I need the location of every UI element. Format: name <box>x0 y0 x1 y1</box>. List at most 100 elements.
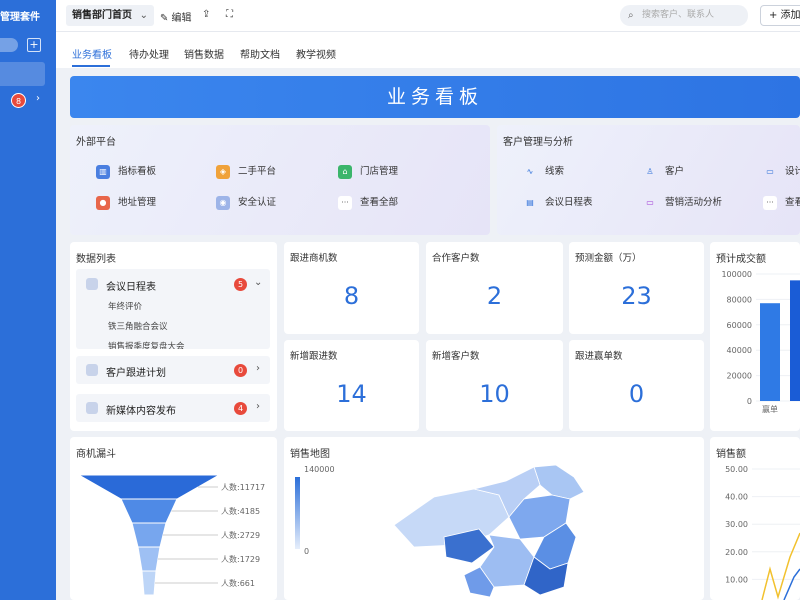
funnel-label: 人数:1729 <box>221 554 260 564</box>
page-banner: 业务看板 <box>70 76 800 118</box>
panel-title: 外部平台 <box>76 137 116 148</box>
quick-link-leads[interactable]: ∿ 线索 <box>523 163 564 181</box>
handshake-icon: ◈ <box>216 165 230 179</box>
analytics-icon: ▭ <box>646 198 654 207</box>
list-group-new-media[interactable]: 新媒体内容发布 4 › <box>76 394 270 422</box>
user-icon: ♙ <box>646 167 654 176</box>
kpi-card: 新增客户数 10 <box>426 340 563 431</box>
calendar-icon <box>86 402 98 414</box>
series-line-yellow[interactable] <box>761 532 800 600</box>
data-list-panel: 数据列表 会议日程表 5 ⌄ 年终评价 铁三角融合会议 销售报季度复盘大会 客户… <box>70 242 277 431</box>
y-tick-label: 100000 <box>721 270 752 279</box>
quick-link-view[interactable]: ··· 查看 <box>763 194 800 212</box>
list-item[interactable]: 年终评价 <box>108 300 142 312</box>
quick-link-marketing-analysis[interactable]: ▭ 营销活动分析 <box>643 194 722 212</box>
quick-link-design[interactable]: ▭ 设计 <box>763 163 800 181</box>
department-select[interactable]: 销售部门首页 ⌄ <box>66 5 154 26</box>
search-input[interactable]: ⌕ 搜索客户、联系人 <box>620 5 748 26</box>
map-legend-min: 0 <box>304 547 309 556</box>
add-button[interactable]: + 添加 <box>760 5 800 26</box>
quick-link-label: 客户 <box>665 166 685 177</box>
tab-bar: 业务看板 待办处理 销售数据 帮助文档 教学视频 <box>56 32 800 68</box>
kpi-value: 14 <box>336 380 367 408</box>
calendar-icon <box>86 364 98 376</box>
kpi-card: 跟进商机数 8 <box>284 242 419 334</box>
kpi-label: 跟进商机数 <box>290 253 338 264</box>
quick-link-label: 查看全部 <box>360 197 399 208</box>
list-group-label: 新媒体内容发布 <box>106 406 176 417</box>
sidebar-brand: 管理套件 <box>0 12 40 23</box>
bar-chart: 100000 80000 60000 40000 20000 0 赢单 <box>721 270 800 414</box>
quick-link-store-management[interactable]: ⌂ 门店管理 <box>338 163 398 181</box>
fullscreen-icon[interactable]: ⛶ <box>226 9 233 20</box>
quick-link-meeting-schedule[interactable]: ▤ 会议日程表 <box>523 194 592 212</box>
x-tick-label: 赢单 <box>762 404 778 414</box>
y-tick-label: 50.00 <box>725 465 748 474</box>
top-bar: 销售部门首页 ⌄ ✎ 编辑 ⇪ ⛶ ⌕ 搜索客户、联系人 + 添加 <box>56 0 800 32</box>
kpi-card: 预测金额（万） 23 <box>569 242 704 334</box>
quick-link-second-hand[interactable]: ◈ 二手平台 <box>216 163 276 181</box>
sales-chart-panel: 销售额 50.00 40.00 30.00 20.00 10.00 <box>710 437 800 600</box>
chart-icon: ▥ <box>96 165 110 179</box>
kpi-value: 0 <box>628 380 645 408</box>
kpi-label: 新增跟进数 <box>290 351 338 362</box>
more-icon: ··· <box>338 196 352 210</box>
count-badge: 0 <box>234 364 247 377</box>
map-region-north[interactable] <box>533 464 585 500</box>
list-group-label: 客户跟进计划 <box>106 368 166 379</box>
funnel-stage[interactable] <box>120 498 178 524</box>
list-item[interactable]: 铁三角融合会议 <box>108 320 168 332</box>
quick-link-customers[interactable]: ♙ 客户 <box>643 163 684 181</box>
funnel-stage[interactable] <box>141 570 157 596</box>
chevron-down-icon[interactable]: ⌄ <box>254 277 262 288</box>
sidebar-item-active[interactable] <box>0 62 45 86</box>
crm-panel: 客户管理与分析 ∿ 线索 ♙ 客户 ▭ 设计 ▤ 会议日程表 ▭ 营销活动分析 ··· 查看 <box>497 125 800 235</box>
edit-button[interactable]: ✎ 编辑 <box>160 9 192 24</box>
share-icon[interactable]: ⇪ <box>202 9 210 20</box>
bar[interactable] <box>760 303 780 401</box>
calendar-icon <box>86 278 98 290</box>
tab-sales-data[interactable]: 销售数据 <box>184 46 224 61</box>
tab-tutorial-videos[interactable]: 教学视频 <box>296 46 336 61</box>
y-tick-label: 40000 <box>727 346 752 355</box>
quick-link-label: 线索 <box>545 166 565 177</box>
panel-title: 客户管理与分析 <box>503 137 573 148</box>
funnel-label: 人数:11717 <box>221 482 265 492</box>
chevron-right-icon[interactable]: › <box>256 363 260 374</box>
kpi-value: 10 <box>479 380 510 408</box>
chevron-right-icon[interactable]: › <box>256 401 260 412</box>
sidebar-add-button[interactable]: + <box>27 38 41 52</box>
funnel-stage[interactable] <box>137 546 161 572</box>
bar[interactable] <box>790 280 800 401</box>
count-badge: 5 <box>234 278 247 291</box>
list-item[interactable]: 销售报季度复盘大会 <box>108 340 185 349</box>
list-group-label[interactable]: 会议日程表 <box>106 278 156 293</box>
funnel-stage[interactable] <box>131 522 167 548</box>
sidebar-search[interactable] <box>0 38 18 52</box>
china-map: 140000 0 <box>295 464 585 598</box>
quick-link-metrics-board[interactable]: ▥ 指标看板 <box>96 163 156 181</box>
quick-link-security-auth[interactable]: ◉ 安全认证 <box>216 194 276 212</box>
y-tick-label: 0 <box>747 397 752 406</box>
y-tick-label: 10.00 <box>725 575 748 584</box>
funnel-label: 人数:661 <box>221 578 255 588</box>
quick-link-view-all[interactable]: ··· 查看全部 <box>338 194 398 212</box>
tab-business-board[interactable]: 业务看板 <box>72 46 112 61</box>
kpi-label: 新增客户数 <box>432 351 480 362</box>
list-group-followup[interactable]: 客户跟进计划 0 › <box>76 356 270 384</box>
map-legend-max: 140000 <box>304 465 335 474</box>
quick-link-label: 安全认证 <box>238 197 277 208</box>
leads-icon: ∿ <box>526 167 534 176</box>
active-tab-indicator <box>72 65 110 67</box>
tab-help-docs[interactable]: 帮助文档 <box>240 46 280 61</box>
line-chart: 50.00 40.00 30.00 20.00 10.00 <box>725 465 800 600</box>
quick-link-address-management[interactable]: ● 地址管理 <box>96 194 156 212</box>
department-select-label: 销售部门首页 <box>72 10 132 21</box>
kpi-value: 23 <box>621 282 652 310</box>
kpi-card: 新增跟进数 14 <box>284 340 419 431</box>
series-line-blue[interactable] <box>783 568 800 600</box>
quick-link-label: 指标看板 <box>118 166 157 177</box>
chevron-right-icon[interactable]: › <box>36 93 40 104</box>
tab-todo[interactable]: 待办处理 <box>129 46 169 61</box>
kpi-label: 预测金额（万） <box>575 253 642 264</box>
